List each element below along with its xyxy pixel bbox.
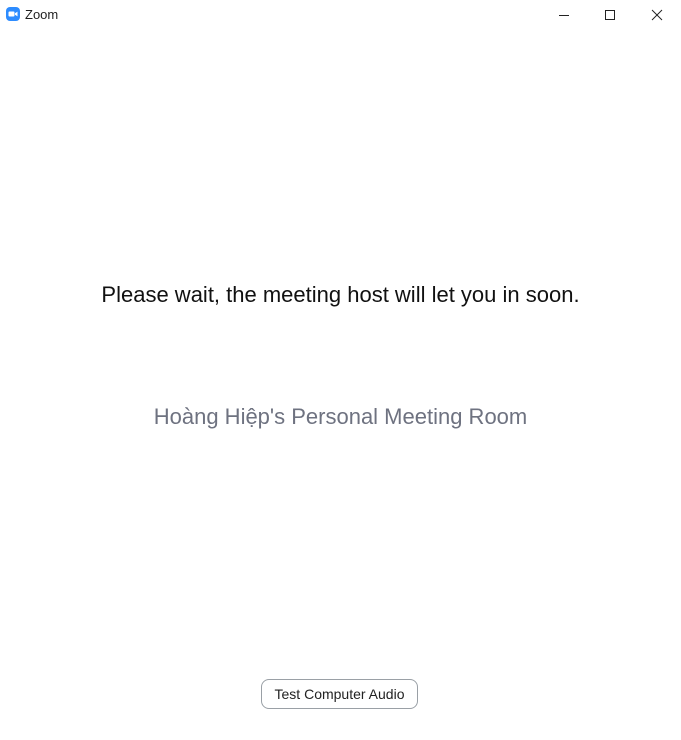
close-icon	[651, 9, 663, 21]
waiting-message: Please wait, the meeting host will let y…	[101, 282, 580, 307]
window-title: Zoom	[25, 7, 59, 22]
maximize-icon	[605, 10, 615, 20]
test-computer-audio-button[interactable]: Test Computer Audio	[261, 679, 418, 709]
zoom-waiting-room-window: Zoom Please wait, the meeting host will …	[0, 0, 681, 740]
meeting-room-name: Hoàng Hiệp's Personal Meeting Room	[153, 404, 528, 429]
maximize-button[interactable]	[587, 0, 633, 30]
zoom-camera-icon	[6, 7, 20, 21]
close-button[interactable]	[634, 0, 680, 30]
minimize-button[interactable]	[541, 0, 587, 30]
title-bar: Zoom	[0, 0, 681, 30]
minimize-icon	[559, 15, 569, 16]
